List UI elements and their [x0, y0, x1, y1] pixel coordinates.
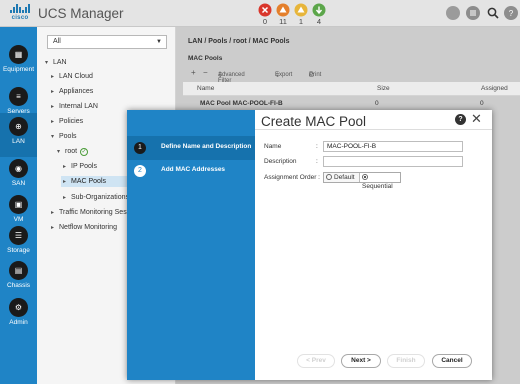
- nav-admin[interactable]: ⚙ Admin: [0, 294, 37, 338]
- critical-x-icon: [258, 3, 272, 17]
- breadcrumb[interactable]: LAN / Pools / root / MAC Pools: [188, 38, 290, 45]
- caret-down-icon: ▾: [51, 134, 55, 140]
- step-define-name[interactable]: 1 Define Name and Description: [127, 136, 255, 160]
- assignment-order-toggle: Default Sequential: [323, 172, 401, 190]
- app-title: UCS Manager: [38, 6, 124, 21]
- wizard-steps: 1 Define Name and Description 2 Add MAC …: [127, 110, 255, 380]
- tree-root[interactable]: ▾ root ✓: [57, 148, 89, 156]
- tab-mac-pools[interactable]: MAC Pools: [188, 55, 222, 62]
- caret-right-icon: ▸: [51, 89, 55, 95]
- caret-down-icon: ▾: [45, 60, 49, 66]
- tree-ip-pools[interactable]: ▸ IP Pools: [63, 163, 97, 170]
- svg-text:?: ?: [509, 9, 514, 18]
- table-row[interactable]: MAC Pool MAC-POOL-FI-B 0 0: [183, 97, 520, 109]
- tree-lan[interactable]: ▾ LAN: [45, 59, 67, 66]
- tree-lan-cloud[interactable]: ▸ LAN Cloud: [51, 73, 93, 80]
- tree-netflow[interactable]: ▸ Netflow Monitoring: [51, 224, 117, 231]
- tree-policies[interactable]: ▸ Policies: [51, 118, 83, 125]
- chevron-down-icon: ▼: [156, 39, 162, 45]
- caret-right-icon: ▸: [63, 164, 67, 170]
- step-add-mac[interactable]: 2 Add MAC Addresses: [127, 159, 255, 183]
- caret-right-icon: ▸: [51, 210, 55, 216]
- caret-right-icon: ▸: [63, 179, 67, 185]
- fault-major[interactable]: 11: [276, 3, 290, 26]
- prev-button[interactable]: < Prev: [297, 354, 335, 368]
- col-size[interactable]: Size: [377, 85, 390, 92]
- order-default-option[interactable]: Default: [324, 173, 359, 182]
- caret-down-icon: ▾: [57, 149, 61, 155]
- description-label: Description: [264, 158, 297, 165]
- help-icon[interactable]: ?: [455, 114, 466, 125]
- name-label: Name: [264, 143, 282, 150]
- caret-right-icon: ▸: [63, 195, 67, 201]
- caret-right-icon: ▸: [51, 74, 55, 80]
- left-nav: ▦ Equipment ≡ Servers ⊕ LAN ◉ SAN ▣ VM ☰ Stora…: [0, 27, 37, 384]
- finish-button[interactable]: Finish: [387, 354, 425, 368]
- description-colon: :: [316, 158, 318, 165]
- servers-icon: ≡: [9, 87, 28, 106]
- minor-triangle-icon: [294, 3, 308, 17]
- menu-icon[interactable]: [466, 6, 480, 20]
- cisco-logo: cisco: [10, 4, 30, 24]
- nav-lan[interactable]: ⊕ LAN: [0, 113, 37, 157]
- chassis-icon: ▤: [9, 261, 28, 280]
- fault-critical[interactable]: 0: [258, 3, 272, 26]
- tree-pools[interactable]: ▾ Pools: [51, 133, 77, 140]
- description-field[interactable]: [323, 156, 463, 167]
- san-icon: ◉: [9, 159, 28, 178]
- table-header: Name Size Assigned: [183, 82, 520, 96]
- tree-internal-lan[interactable]: ▸ Internal LAN: [51, 103, 98, 110]
- next-button[interactable]: Next >: [341, 354, 381, 368]
- tree-appliances[interactable]: ▸ Appliances: [51, 88, 93, 95]
- radio-default: [326, 174, 332, 180]
- col-assigned[interactable]: Assigned: [481, 85, 508, 92]
- title-divider: [255, 129, 492, 130]
- filter-select[interactable]: All ▼: [47, 35, 167, 49]
- dialog-title: Create MAC Pool: [261, 114, 367, 129]
- user-icon[interactable]: [446, 6, 460, 20]
- add-button[interactable]: +: [191, 68, 196, 77]
- name-field[interactable]: MAC-POOL-FI-B: [323, 141, 463, 152]
- equipment-icon: ▦: [9, 45, 28, 64]
- check-icon: ✓: [80, 148, 89, 156]
- title-bar: cisco UCS Manager 0 11 1 4 ?: [0, 0, 520, 27]
- major-triangle-icon: [276, 3, 290, 17]
- search-icon[interactable]: [486, 6, 500, 20]
- lan-icon: ⊕: [9, 117, 28, 136]
- assignment-order-label: Assignment Order :: [264, 174, 320, 181]
- create-mac-pool-dialog: 1 Define Name and Description 2 Add MAC …: [127, 110, 492, 380]
- nav-equipment[interactable]: ▦ Equipment: [0, 41, 37, 85]
- caret-right-icon: ▸: [51, 119, 55, 125]
- table-toolbar: + − ⊽ Advanced Filter ⇪ Export ⎙ Print: [191, 68, 322, 84]
- cancel-button[interactable]: Cancel: [432, 354, 472, 368]
- warning-down-icon: [312, 3, 326, 17]
- tree-sub-orgs[interactable]: ▸ Sub-Organizations: [63, 194, 129, 201]
- settings-icon[interactable]: ?: [504, 6, 518, 20]
- fault-warning[interactable]: 4: [312, 3, 326, 26]
- order-sequential-option[interactable]: Sequential: [359, 173, 400, 190]
- caret-right-icon: ▸: [51, 104, 55, 110]
- radio-sequential: [362, 174, 368, 180]
- close-icon[interactable]: ✕: [471, 112, 482, 126]
- col-name[interactable]: Name: [197, 85, 214, 92]
- caret-right-icon: ▸: [51, 225, 55, 231]
- name-colon: :: [316, 143, 318, 150]
- fault-minor[interactable]: 1: [294, 3, 308, 26]
- remove-button[interactable]: −: [203, 68, 208, 77]
- vm-icon: ▣: [9, 195, 28, 214]
- admin-icon: ⚙: [9, 298, 28, 317]
- storage-icon: ☰: [9, 226, 28, 245]
